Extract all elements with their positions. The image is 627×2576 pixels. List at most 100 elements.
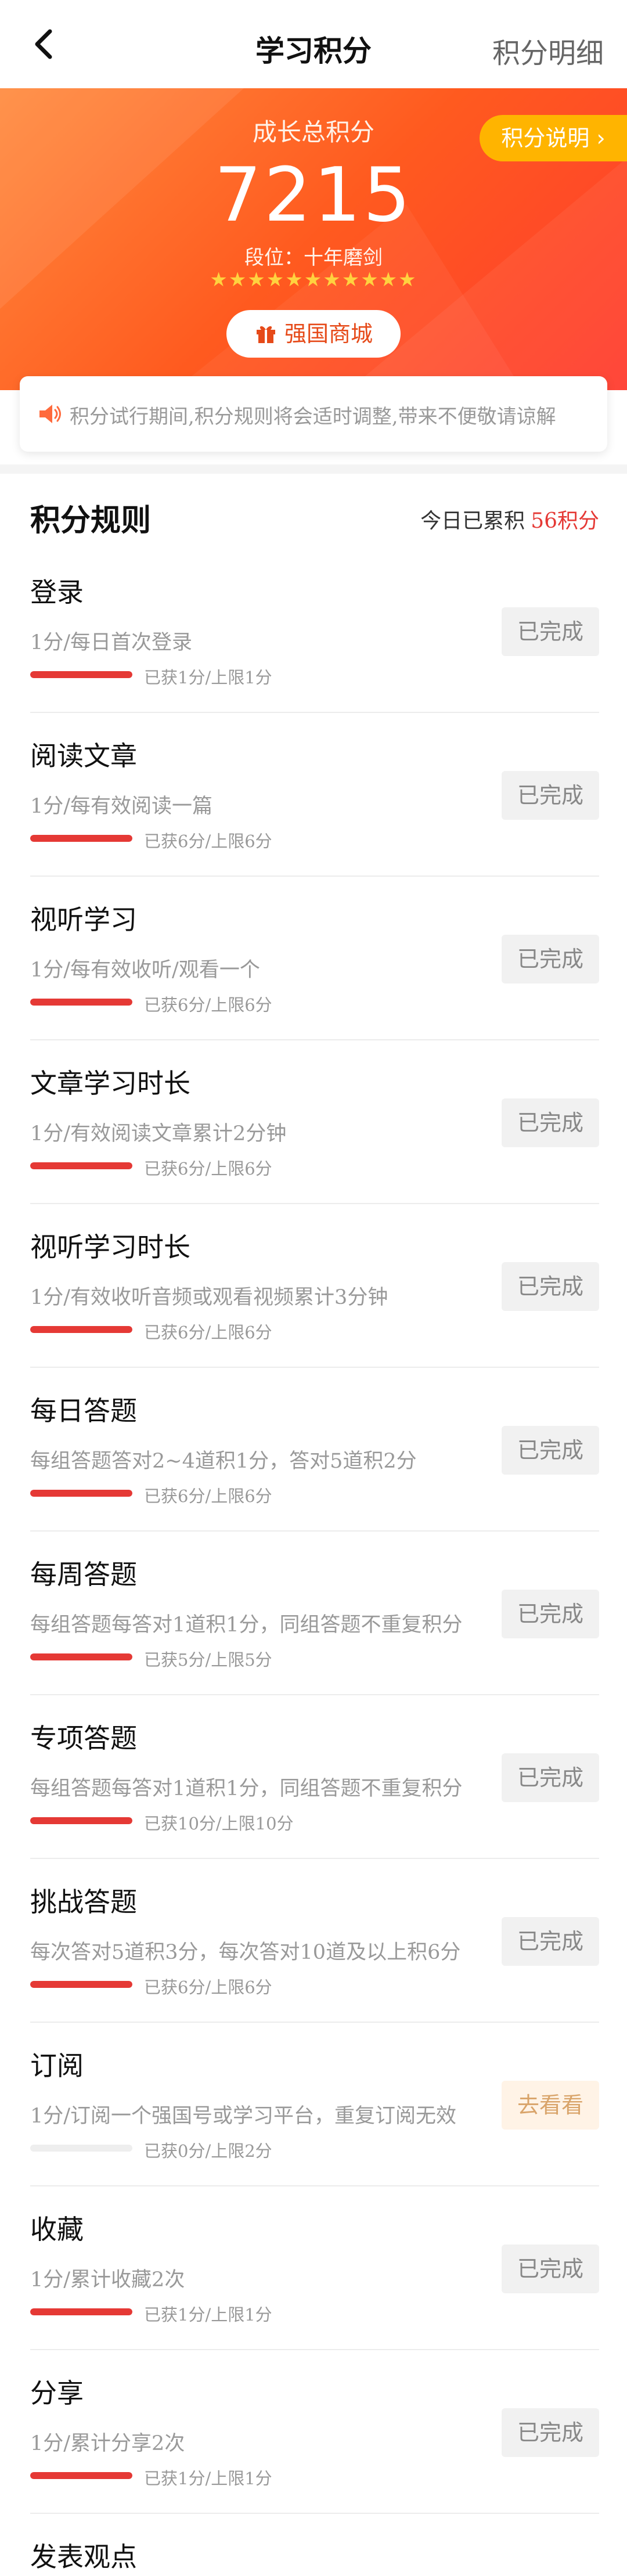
rule-progress-fill [30, 671, 132, 678]
today-points-value: 56积分 [531, 509, 599, 533]
rule-row: 视听学习时长 1分/有效收听音频或观看视频累计3分钟已获6分/上限6分 已完成 [0, 1204, 627, 1368]
rule-progress-bar [30, 999, 132, 1006]
rule-progress-bar [30, 1326, 132, 1333]
rule-name: 专项答题 [30, 1723, 137, 1754]
rule-progress-text: 已获5分/上限5分 [144, 1650, 272, 1670]
rule-progress-text: 已获6分/上限6分 [144, 1486, 272, 1506]
rule-progress-bar [30, 1817, 132, 1824]
completed-button[interactable]: 已完成 [502, 1262, 599, 1311]
rule-description: 1分/每有效阅读一篇 [30, 795, 213, 818]
today-points-label: 今日已累积 [420, 509, 525, 533]
rule-progress-bar [30, 1490, 132, 1497]
page: 学习积分 积分明细 成长总积分 7215 段位：十年磨剑 ★★★★★★★★★★★… [0, 0, 627, 2576]
rule-row: 登录 1分/每日首次登录已获1分/上限1分 已完成 [0, 549, 627, 713]
rule-description: 1分/每有效收听/观看一个 [30, 959, 260, 982]
rule-row: 每周答题 每组答题每答对1道积1分，同组答题不重复积分 已获5分/上限5分 已完成 [0, 1532, 627, 1695]
rule-name: 每日答题 [30, 1395, 137, 1426]
completed-button[interactable]: 已完成 [502, 1098, 599, 1147]
rule-description: 1分/累计分享2次 [30, 2432, 185, 2455]
rule-description: 每组答题每答对1道积1分，同组答题不重复积分 [30, 1777, 463, 1800]
rules-title: 积分规则 [30, 503, 152, 538]
completed-button[interactable]: 已完成 [502, 1917, 599, 1966]
rules-header: 积分规则 今日已累积 56积分 [0, 474, 627, 549]
completed-button[interactable]: 已完成 [502, 935, 599, 983]
rule-progress-text: 已获1分/上限1分 [144, 668, 272, 687]
rule-name: 视听学习 [30, 904, 137, 935]
rule-progress-fill [30, 2308, 132, 2315]
rule-progress-text: 已获6分/上限6分 [144, 1159, 272, 1179]
rule-progress-text: 已获0分/上限2分 [144, 2141, 272, 2161]
completed-button[interactable]: 已完成 [502, 1753, 599, 1802]
rule-progress-fill [30, 835, 132, 842]
completed-button[interactable]: 已完成 [502, 2244, 599, 2293]
shop-button-label: 强国商城 [284, 321, 373, 347]
rule-row: 每日答题每组答题答对2~4道积1分，答对5道积2分已获6分/上限6分 已完成 [0, 1368, 627, 1532]
rule-name: 挑战答题 [30, 1886, 137, 1918]
rule-name: 视听学习时长 [30, 1231, 190, 1263]
rule-description: 每组答题每答对1道积1分，同组答题不重复积分 [30, 1613, 463, 1637]
rule-description: 1分/有效阅读文章累计2分钟 [30, 1122, 287, 1145]
rule-progress-fill [30, 1817, 132, 1824]
rule-row: 订阅 1分/订阅一个强国号或学习平台，重复订阅无效 已获0分/上限2分 去看看 [0, 2023, 627, 2186]
rule-name: 阅读文章 [30, 740, 137, 772]
rule-name: 分享 [30, 2377, 84, 2409]
rule-progress-bar [30, 1162, 132, 1169]
rule-progress-fill [30, 1326, 132, 1333]
top-nav-bar: 学习积分 积分明细 [0, 0, 627, 88]
rule-progress-text: 已获1分/上限1分 [144, 2469, 272, 2488]
rule-description: 1分/订阅一个强国号或学习平台，重复订阅无效 [30, 2105, 457, 2128]
completed-button[interactable]: 已完成 [502, 1590, 599, 1638]
rule-name: 发表观点 [30, 2541, 137, 2573]
rule-row: 收藏 1分/累计收藏2次已获1分/上限1分 已完成 [0, 2186, 627, 2350]
rule-description: 每组答题答对2~4道积1分，答对5道积2分 [30, 1450, 417, 1473]
rule-progress-text: 已获10分/上限10分 [144, 1814, 294, 1833]
notice-text: 积分试行期间,积分规则将会适时调整,带来不便敬请谅解 [70, 405, 556, 428]
notice-card: 积分试行期间,积分规则将会适时调整,带来不便敬请谅解 [20, 376, 607, 452]
rule-progress-bar [30, 1653, 132, 1660]
total-points-value: 7215 [214, 152, 413, 239]
rule-description: 1分/累计收藏2次 [30, 2268, 185, 2292]
speaker-icon [39, 405, 61, 423]
rule-progress-text: 已获6分/上限6分 [144, 831, 272, 851]
go-check-button[interactable]: 去看看 [502, 2081, 599, 2130]
completed-button[interactable]: 已完成 [502, 2408, 599, 2457]
rule-progress-fill [30, 1653, 132, 1660]
rule-progress-bar [30, 2145, 132, 2152]
rules-list: 登录 1分/每日首次登录 已获1分/上限1分 已完成 阅读文章 1分/每有效阅读一篇 已获6… [0, 549, 627, 2576]
rule-name: 文章学习时长 [30, 1068, 190, 1099]
rule-progress-bar [30, 671, 132, 678]
rule-progress-bar [30, 1981, 132, 1988]
section-divider [0, 464, 627, 474]
rule-progress-text: 已获6分/上限6分 [144, 995, 272, 1015]
rule-row: 分享 1分/累计分享2次已获1分/上限1分 已完成 [0, 2350, 627, 2514]
rule-progress-bar [30, 2308, 132, 2315]
rule-row: 视听学习 1分/每有效收听/观看一个已获6分/上限6分 已完成 [0, 877, 627, 1040]
rule-description: 1分/有效收听音频或观看视频累计3分钟 [30, 1286, 388, 1309]
today-points: 今日已累积 56积分 [420, 504, 599, 534]
rule-row: 发表观点 [0, 2514, 627, 2576]
rule-progress-bar [30, 835, 132, 842]
rule-row: 挑战答题 每次答对5道积3分，每次答对10道及以上积6分 已获6分/上限6分 已完成 [0, 1859, 627, 2023]
completed-button[interactable]: 已完成 [502, 607, 599, 656]
rule-progress-fill [30, 999, 132, 1006]
rule-row: 专项答题每组答题每答对1道积1分，同组答题不重复积分已获10分/上限10分 已完成 [0, 1695, 627, 1859]
rule-name: 登录 [30, 577, 84, 608]
rule-description: 1分/每日首次登录 [30, 631, 193, 654]
rule-row: 文章学习时长 1分/有效阅读文章累计2分钟已获6分/上限6分 已完成 [0, 1040, 627, 1204]
shop-button[interactable]: 强国商城 [226, 310, 401, 358]
completed-button[interactable]: 已完成 [502, 1426, 599, 1475]
rule-progress-text: 已获1分/上限1分 [144, 2305, 272, 2325]
rule-progress-bar [30, 2472, 132, 2479]
rank-label: 段位：十年磨剑 [244, 246, 383, 269]
completed-button[interactable]: 已完成 [502, 771, 599, 820]
rule-progress-text: 已获6分/上限6分 [144, 1323, 272, 1342]
rule-progress-fill [30, 1162, 132, 1169]
rule-name: 收藏 [30, 2214, 84, 2245]
points-info-button[interactable]: 积分说明 › [480, 115, 627, 161]
gift-icon [256, 326, 275, 343]
rule-progress-fill [30, 2472, 132, 2479]
points-detail-link[interactable]: 积分明细 [492, 30, 604, 71]
rule-progress-fill [30, 1981, 132, 1988]
rule-progress-fill [30, 1490, 132, 1497]
rule-row: 阅读文章 1分/每有效阅读一篇已获6分/上限6分 已完成 [0, 713, 627, 877]
